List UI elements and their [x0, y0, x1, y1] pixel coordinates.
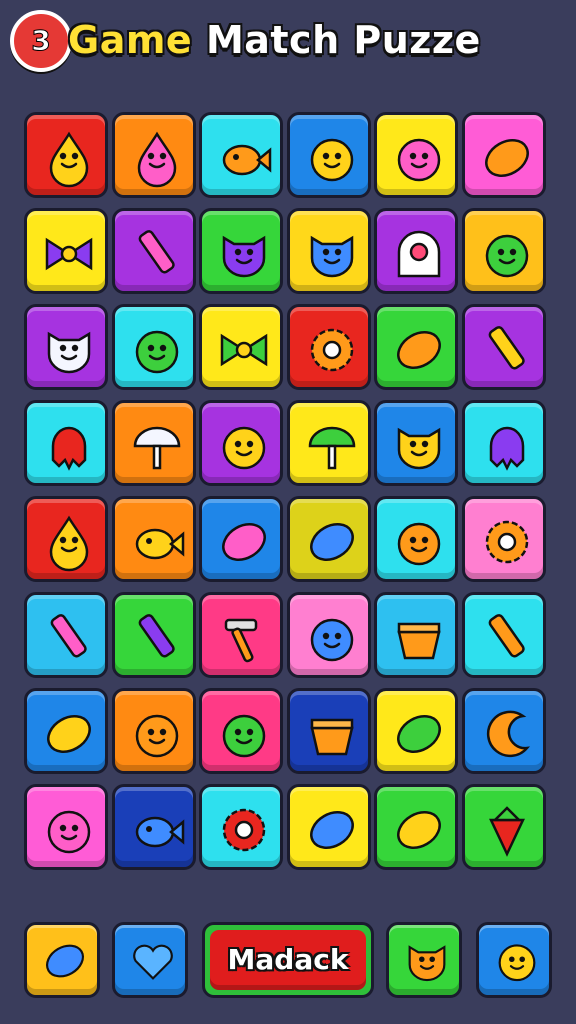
- game-tile[interactable]: [24, 208, 108, 294]
- game-tile[interactable]: [374, 208, 459, 294]
- game-tile[interactable]: [374, 400, 459, 486]
- game-tile[interactable]: [462, 400, 546, 486]
- game-tile[interactable]: [286, 592, 371, 678]
- game-tile[interactable]: [462, 592, 546, 678]
- game-tile[interactable]: [462, 208, 546, 294]
- game-tile[interactable]: [24, 688, 108, 774]
- game-tile[interactable]: [111, 208, 196, 294]
- main-action-button[interactable]: Madack: [202, 922, 374, 998]
- game-board: [24, 112, 556, 892]
- game-tile[interactable]: [24, 304, 108, 390]
- game-tile[interactable]: [24, 112, 108, 198]
- game-tile[interactable]: [462, 304, 546, 390]
- booster-button[interactable]: [112, 922, 188, 998]
- game-tile[interactable]: [286, 400, 371, 486]
- game-tile[interactable]: [24, 784, 108, 870]
- game-tile[interactable]: [111, 592, 196, 678]
- game-tile[interactable]: [199, 400, 284, 486]
- main-action-button-label: Madack: [227, 943, 349, 976]
- game-tile[interactable]: [462, 112, 546, 198]
- game-tile[interactable]: [111, 688, 196, 774]
- booster-button[interactable]: [386, 922, 462, 998]
- game-tile[interactable]: [374, 784, 459, 870]
- game-tile[interactable]: [199, 592, 284, 678]
- level-badge: 3: [10, 10, 72, 72]
- bottom-bar: Madack: [24, 922, 554, 1000]
- game-tile[interactable]: [199, 784, 284, 870]
- game-title-word1: Game: [68, 18, 193, 62]
- game-tile[interactable]: [374, 304, 459, 390]
- booster-button[interactable]: [476, 922, 552, 998]
- game-tile[interactable]: [286, 304, 371, 390]
- game-tile[interactable]: [462, 784, 546, 870]
- game-tile[interactable]: [286, 784, 371, 870]
- game-title-rest: Match Puzze: [205, 18, 481, 62]
- game-title: Game Match Puzze: [68, 18, 481, 62]
- game-tile[interactable]: [111, 784, 196, 870]
- header: 3 Game Match Puzze: [10, 10, 550, 76]
- game-tile[interactable]: [199, 112, 284, 198]
- booster-button[interactable]: [24, 922, 100, 998]
- game-tile[interactable]: [286, 688, 371, 774]
- game-tile[interactable]: [374, 496, 459, 582]
- game-tile[interactable]: [111, 112, 196, 198]
- game-tile[interactable]: [24, 496, 108, 582]
- game-tile[interactable]: [111, 496, 196, 582]
- game-tile[interactable]: [24, 592, 108, 678]
- game-tile[interactable]: [199, 304, 284, 390]
- game-tile[interactable]: [199, 496, 284, 582]
- main-action-button-face: Madack: [210, 930, 366, 990]
- game-tile[interactable]: [374, 592, 459, 678]
- game-tile[interactable]: [374, 112, 459, 198]
- game-tile[interactable]: [199, 688, 284, 774]
- level-badge-number: 3: [31, 24, 51, 58]
- game-tile[interactable]: [374, 688, 459, 774]
- game-tile[interactable]: [286, 496, 371, 582]
- game-tile[interactable]: [286, 208, 371, 294]
- game-tile[interactable]: [111, 304, 196, 390]
- game-tile[interactable]: [24, 400, 108, 486]
- game-tile[interactable]: [286, 112, 371, 198]
- game-tile[interactable]: [111, 400, 196, 486]
- game-tile[interactable]: [199, 208, 284, 294]
- game-tile[interactable]: [462, 496, 546, 582]
- game-tile[interactable]: [462, 688, 546, 774]
